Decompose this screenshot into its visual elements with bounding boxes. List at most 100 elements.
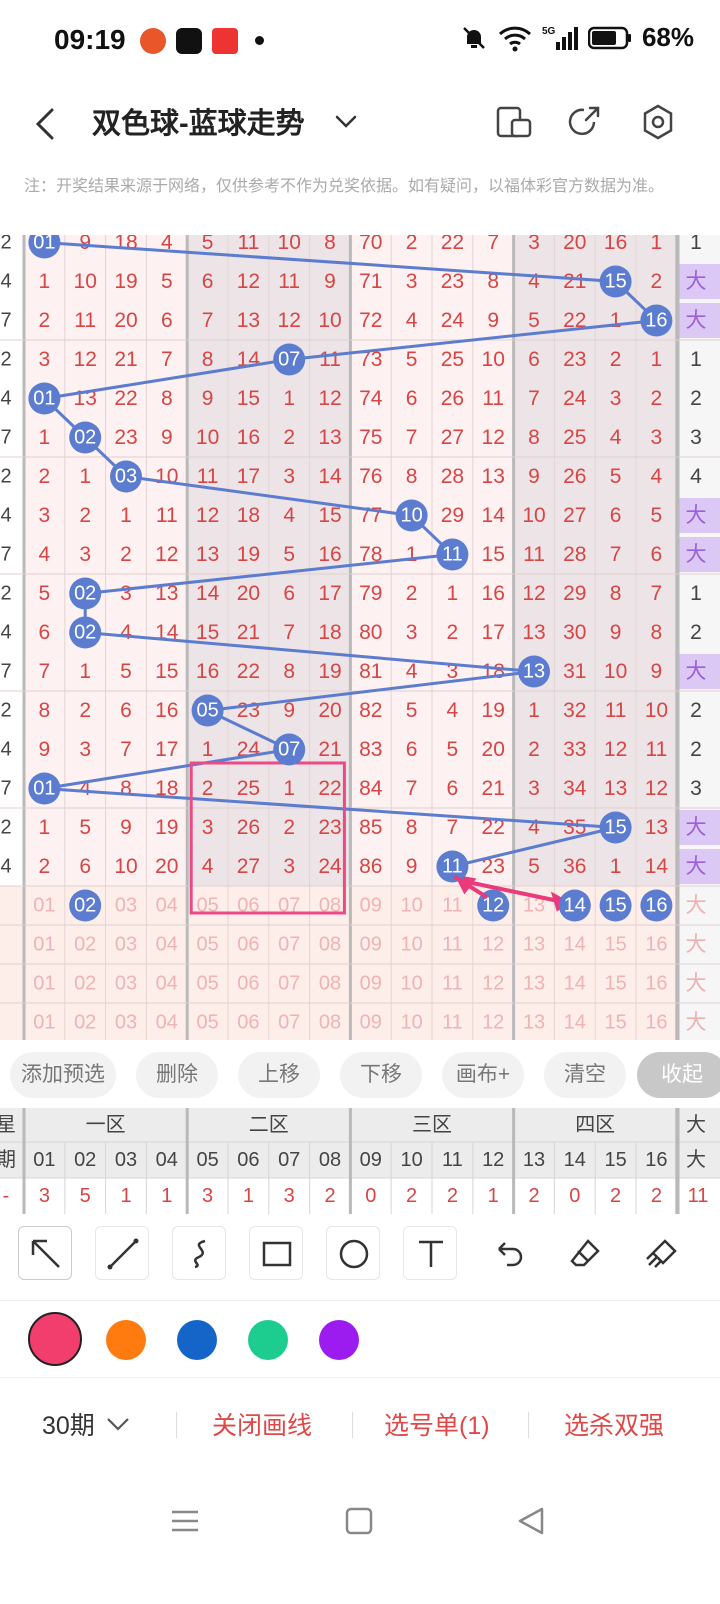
add-preselect-button[interactable]: 添加预选 (10, 1052, 116, 1098)
summary-number: 06 (237, 1149, 259, 1171)
grid-cell: 7 (202, 309, 214, 332)
grid-cell: 12 (482, 426, 505, 449)
right-col-cell: 大 (686, 972, 707, 995)
summary-count: 2 (447, 1185, 458, 1207)
grid-cell: 15 (604, 934, 626, 956)
grid-cell: 13 (523, 1012, 545, 1034)
grid-cell: 03 (115, 1012, 137, 1034)
grid-cell: 2 (202, 777, 214, 800)
curve-tool[interactable] (172, 1226, 226, 1280)
share-icon[interactable] (564, 102, 604, 142)
move-down-button[interactable]: 下移 (340, 1052, 422, 1098)
grid-cell: 85 (359, 816, 382, 839)
color-swatch-blue[interactable] (177, 1320, 217, 1360)
grid-cell: 12 (604, 738, 627, 761)
text-tool[interactable] (403, 1226, 457, 1280)
clear-tool[interactable] (634, 1226, 688, 1280)
color-swatch-pink[interactable] (28, 1312, 82, 1366)
grid-cell: 14 (564, 973, 586, 995)
summary-number: 15 (604, 1149, 626, 1171)
circle-tool[interactable] (326, 1226, 380, 1280)
color-swatch-orange[interactable] (106, 1320, 146, 1360)
close-lines-button[interactable]: 关闭画线 (212, 1406, 312, 1442)
grid-cell: 4 (120, 621, 132, 644)
grid-cell: 3 (528, 235, 540, 254)
bottom-action-bar: 30期 关闭画线 选号单(1) 选杀双强 (0, 1390, 720, 1460)
line-icon (107, 1238, 139, 1270)
grid-cell: 4 (528, 816, 540, 839)
blue-ball-label: 02 (74, 583, 96, 605)
back-icon[interactable] (30, 106, 60, 142)
delete-button[interactable]: 删除 (136, 1052, 218, 1098)
disclaimer-note: 注：开奖结果来源于网络，仅供参考不作为兑奖依据。如有疑问，以福体彩官方数据为准。 (24, 178, 665, 195)
grid-cell: 5 (406, 348, 418, 371)
grid-cell: 05 (196, 1012, 218, 1034)
summary-number: 10 (400, 1149, 422, 1171)
grid-cell: 30 (563, 621, 586, 644)
chevron-down-icon[interactable] (334, 114, 358, 130)
left-col-cell: 4 (0, 622, 11, 644)
trend-grid-canvas[interactable]: 247247247247247249 18 4 5 11 10 8 70 2 22 7 3 20 16 11… (0, 235, 720, 1040)
back-nav-icon[interactable] (514, 1504, 548, 1538)
selection-list-button[interactable]: 选号单(1) (384, 1406, 490, 1442)
summary-number-tail: 大 (686, 1148, 706, 1171)
color-swatch-purple[interactable] (319, 1320, 359, 1360)
period-selector[interactable]: 30期 (42, 1406, 131, 1442)
grid-cell: 11 (442, 1012, 463, 1034)
kill-double-button[interactable]: 选杀双强 (564, 1406, 664, 1442)
rect-tool[interactable] (249, 1226, 303, 1280)
grid-cell: 13 (196, 543, 219, 566)
arrow-tool[interactable] (18, 1226, 72, 1280)
menu-icon[interactable] (168, 1504, 202, 1538)
summary-zone-label: 三区 (412, 1114, 452, 1136)
arrow-icon (31, 1239, 60, 1268)
grid-cell: 14 (318, 465, 342, 488)
grid-cell: 1 (39, 270, 51, 293)
summary-table: 星期 - 一区 二区 三区 四区大 01 02 03 04 05 06 07 08 09 10 11 12 13 14… (0, 1108, 720, 1214)
right-col-cell: 4 (690, 465, 702, 488)
canvas-plus-button[interactable]: 画布+ (442, 1052, 524, 1098)
grid-cell: 17 (318, 582, 341, 605)
left-col-cell: 7 (0, 544, 11, 566)
settings-icon[interactable] (638, 102, 678, 142)
period-label: 30期 (42, 1412, 95, 1440)
blue-ball-label: 02 (74, 427, 96, 449)
move-up-button[interactable]: 上移 (238, 1052, 320, 1098)
trend-grid[interactable]: 2 4 7 2 4 7 2 4 7 2 4 7 2 4 7 2 4 9 18 4 5 11 10 8 70 2 22 7 3 20 16 1 1… (0, 235, 720, 1040)
grid-cell: 8 (324, 235, 336, 254)
grid-cell: 12 (237, 270, 260, 293)
home-icon[interactable] (342, 1504, 376, 1538)
right-col-cell: 1 (690, 348, 702, 371)
grid-cell: 13 (482, 465, 505, 488)
clear-button[interactable]: 清空 (544, 1052, 626, 1098)
line-tool[interactable] (95, 1226, 149, 1280)
page-title[interactable]: 双色球-蓝球走势 (92, 100, 305, 142)
selected-ball-label: 15 (604, 895, 626, 917)
grid-cell: 84 (359, 777, 383, 800)
grid-cell: 1 (120, 504, 132, 527)
grid-cell: 09 (360, 1012, 382, 1034)
grid-cell: 13 (237, 309, 260, 332)
selected-ball-label: 14 (564, 895, 586, 917)
undo-icon (498, 1242, 523, 1267)
grid-cell: 1 (651, 235, 663, 254)
left-col-cell: 2 (0, 817, 11, 839)
grid-cell: 8 (39, 699, 51, 722)
undo-tool[interactable] (480, 1226, 534, 1280)
grid-cell: 22 (441, 235, 464, 254)
grid-cell: 24 (441, 309, 465, 332)
grid-cell: 7 (161, 348, 173, 371)
grid-cell: 26 (563, 465, 586, 488)
summary-number: 08 (319, 1149, 341, 1171)
mute-icon (463, 26, 485, 49)
grid-cell: 09 (360, 895, 382, 917)
grid-cell: 21 (114, 348, 137, 371)
grid-cell: 04 (156, 973, 178, 995)
grid-cell: 16 (482, 582, 505, 605)
circle-icon (339, 1239, 369, 1269)
grid-cell: 2 (39, 309, 51, 332)
rotate-screen-icon[interactable] (494, 102, 534, 142)
eraser-tool[interactable] (557, 1226, 611, 1280)
collapse-button[interactable]: 收起 (637, 1052, 720, 1098)
color-swatch-green[interactable] (248, 1320, 288, 1360)
